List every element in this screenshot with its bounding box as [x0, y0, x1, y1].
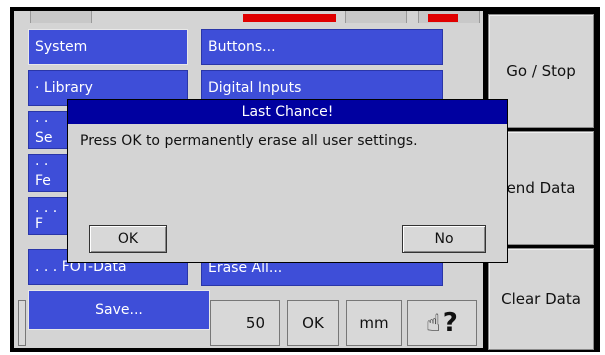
confirm-dialog: Last Chance! Press OK to permanently era…: [67, 99, 508, 263]
menu-settings[interactable]: · · Se: [28, 111, 68, 149]
bottom-unit-label: mm: [359, 314, 389, 332]
go-stop-label: Go / Stop: [506, 62, 576, 80]
bottom-ok-button[interactable]: OK: [287, 300, 339, 346]
menu-features[interactable]: · · Fe: [28, 154, 68, 192]
question-mark-icon: ?: [442, 308, 458, 338]
bottom-value: 50: [210, 300, 280, 346]
bottom-cell-left-edge: [18, 300, 26, 346]
menu-files[interactable]: . . . F: [28, 197, 68, 235]
bottom-ok-label: OK: [302, 314, 324, 332]
menu-system[interactable]: System: [28, 29, 188, 65]
bottom-value-text: 50: [245, 314, 265, 332]
status-bar-left: [30, 11, 92, 23]
dialog-ok-button[interactable]: OK: [89, 225, 167, 253]
hand-pointer-icon: ☝: [426, 309, 441, 337]
menu-buttons[interactable]: Buttons...: [201, 29, 443, 65]
send-data-label: end Data: [506, 179, 576, 197]
clear-data-button[interactable]: Clear Data: [488, 248, 594, 350]
bottom-unit-button[interactable]: mm: [346, 300, 402, 346]
menu-save-button[interactable]: Save...: [28, 290, 210, 330]
clear-data-label: Clear Data: [501, 290, 581, 308]
help-button[interactable]: ☝ ?: [407, 300, 477, 346]
dialog-no-button[interactable]: No: [402, 225, 486, 253]
dialog-message: Press OK to permanently erase all user s…: [80, 133, 418, 149]
dialog-title: Last Chance!: [68, 100, 507, 124]
status-indicator-red: [243, 14, 336, 22]
status-bar-mid: [345, 11, 407, 23]
dialog-no-label: No: [434, 231, 454, 247]
dialog-title-text: Last Chance!: [241, 104, 334, 120]
status-indicator-red-small: [428, 14, 458, 22]
dialog-ok-label: OK: [117, 231, 139, 247]
